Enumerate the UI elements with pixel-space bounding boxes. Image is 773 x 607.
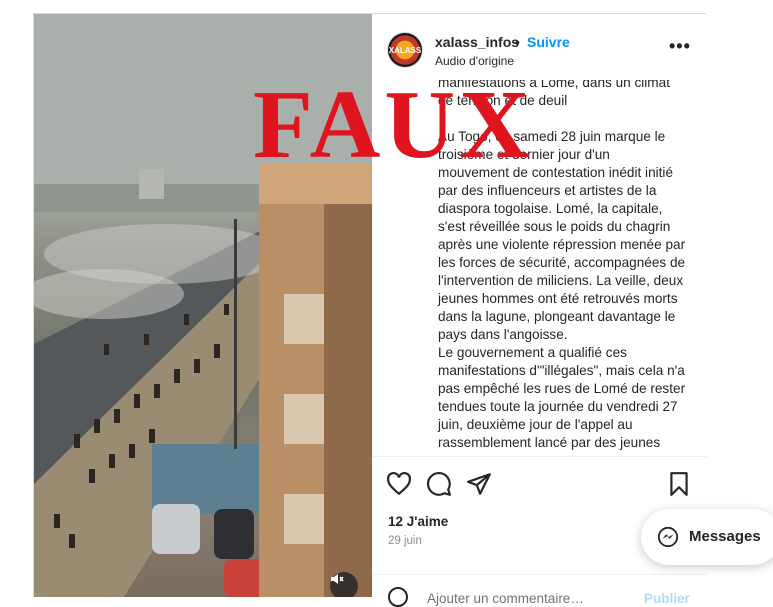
- post-date[interactable]: 29 juin: [388, 535, 422, 547]
- comment-bar: Ajouter un commentaire… Publier: [372, 574, 707, 607]
- avatar-logo-text: XALASS: [388, 45, 422, 55]
- avatar[interactable]: XALASS: [387, 32, 423, 68]
- follow-button[interactable]: Suivre: [527, 34, 570, 50]
- speaker-muted-icon: [331, 574, 344, 584]
- messages-label: Messages: [689, 528, 761, 545]
- likes-count[interactable]: 12 J'aime: [388, 514, 448, 529]
- messages-button[interactable]: Messages: [641, 509, 773, 565]
- emoji-icon[interactable]: [388, 587, 408, 607]
- publish-button[interactable]: Publier: [644, 591, 690, 606]
- comment-input[interactable]: Ajouter un commentaire…: [427, 591, 584, 606]
- heart-icon[interactable]: [386, 471, 412, 497]
- fake-stamp-overlay: FAUX: [253, 71, 534, 179]
- audio-link[interactable]: Audio d'origine: [435, 54, 514, 68]
- bookmark-icon[interactable]: [666, 471, 692, 497]
- messenger-icon: [657, 526, 679, 548]
- send-icon[interactable]: [466, 471, 492, 497]
- separator-dot: •: [515, 34, 520, 50]
- mute-button[interactable]: [330, 572, 358, 597]
- caption-paragraph-2: Le gouvernement a qualifié ces manifesta…: [438, 345, 686, 450]
- comment-icon[interactable]: [426, 471, 452, 497]
- username-link[interactable]: xalass_infos: [435, 34, 519, 50]
- more-options-button[interactable]: •••: [669, 36, 691, 57]
